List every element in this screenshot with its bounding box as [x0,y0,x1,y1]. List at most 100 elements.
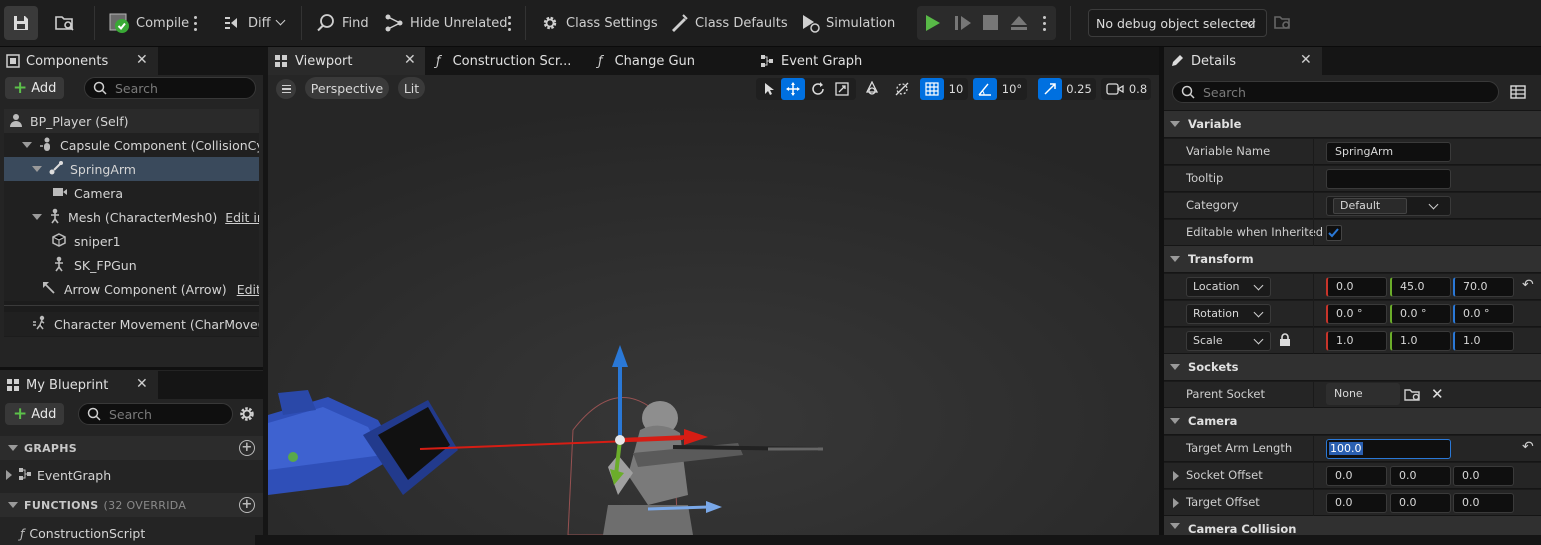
location-y-field[interactable]: 45.0 [1390,277,1451,297]
add-function-icon[interactable]: + [239,497,255,513]
coordinate-space-button[interactable] [862,78,882,100]
location-x-field[interactable]: 0.0 [1326,277,1387,297]
category-combo[interactable]: Default [1326,196,1451,216]
graphs-section-header[interactable]: GRAPHS + [0,436,263,460]
reset-to-default-icon[interactable]: ↶ [1522,277,1534,293]
viewport-menu-button[interactable] [276,79,296,99]
perspective-button[interactable]: Perspective [305,77,389,99]
panel-splitter[interactable] [0,367,263,370]
column-splitter[interactable] [1313,193,1314,219]
class-settings-button[interactable]: Class Settings [540,6,658,40]
editable-checkbox[interactable] [1326,225,1342,241]
tree-item-sk-fpgun[interactable]: SK_FPGun [4,253,259,277]
class-defaults-button[interactable]: Class Defaults [669,6,788,40]
rotate-mode-button[interactable] [807,78,829,100]
tab-viewport[interactable]: Viewport ✕ [268,47,425,75]
close-icon[interactable]: ✕ [136,376,148,392]
tree-item-arrow[interactable]: Arrow Component (Arrow) Edit in C++ [4,277,259,301]
scale-mode-button[interactable] [831,78,853,100]
find-button[interactable]: Find [316,6,369,40]
close-icon[interactable]: ✕ [404,52,416,68]
scale-snap-value[interactable]: 0.25 [1064,78,1094,100]
scale-mode-dropdown[interactable]: Scale [1186,331,1271,351]
parent-socket-value[interactable]: None [1326,383,1400,405]
tree-item-camera[interactable]: Camera [4,181,259,205]
transform-category-header[interactable]: Transform [1164,246,1541,272]
step-button[interactable] [953,14,973,32]
stop-button[interactable] [983,15,998,30]
rotation-z-field[interactable]: 0.0 ° [1453,304,1514,324]
tree-item-character-movement[interactable]: Character Movement (CharMoveComp) [4,312,259,336]
edit-in-cpp-link[interactable]: Edit in C++ [237,282,259,297]
tab-event-graph[interactable]: Event Graph [754,47,914,75]
close-icon[interactable]: ✕ [136,52,148,68]
select-mode-button[interactable] [759,78,779,100]
expand-arrow-icon[interactable] [1173,498,1179,508]
socket-offset-y-field[interactable]: 0.0 [1390,466,1451,486]
my-blueprint-search-input[interactable]: Search [78,403,233,425]
target-arm-length-field[interactable]: 100.0 [1326,439,1451,459]
lit-button[interactable]: Lit [398,77,425,99]
column-splitter[interactable] [1313,490,1314,516]
column-splitter[interactable] [1313,328,1314,354]
browse-button[interactable] [48,6,82,40]
add-member-button[interactable]: + Add [5,403,65,425]
expand-arrow-icon[interactable] [1173,471,1179,481]
settings-button[interactable] [238,405,256,423]
components-search-input[interactable]: Search [84,77,256,99]
debug-object-select[interactable]: No debug object selected [1088,9,1267,37]
scale-lock-button[interactable] [1279,333,1293,349]
find-options-button[interactable] [507,6,511,40]
property-matrix-button[interactable] [1510,84,1526,100]
rotation-snap-value[interactable]: 10° [999,78,1025,100]
add-component-button[interactable]: + Add [5,77,65,99]
column-splitter[interactable] [1313,436,1314,462]
camera-speed-button[interactable] [1103,78,1127,100]
edit-in-cpp-link[interactable]: Edit in C++ [225,210,259,225]
diff-button[interactable]: Diff [222,6,286,40]
components-tab[interactable]: Components ✕ [0,47,158,75]
rotation-x-field[interactable]: 0.0 ° [1326,304,1387,324]
rotation-mode-dropdown[interactable]: Rotation [1186,304,1271,324]
tree-item-mesh[interactable]: Mesh (CharacterMesh0) Edit in C++ [4,205,259,229]
location-mode-dropdown[interactable]: Location [1186,277,1271,297]
column-splitter[interactable] [1313,166,1314,192]
compile-button[interactable]: Compile [108,6,189,40]
scale-snap-toggle[interactable] [1038,78,1062,100]
browse-socket-button[interactable] [1404,387,1422,403]
functions-section-header[interactable]: FUNCTIONS (32 OVERRIDA + [0,493,263,517]
play-options-button[interactable] [1042,16,1046,31]
scale-x-field[interactable]: 1.0 [1326,331,1387,351]
sockets-category-header[interactable]: Sockets [1164,354,1541,380]
compile-options-button[interactable] [193,6,197,40]
target-offset-x-field[interactable]: 0.0 [1326,493,1387,513]
tree-item-springarm[interactable]: SpringArm [4,157,259,181]
tooltip-field[interactable] [1326,169,1451,189]
hide-unrelated-button[interactable]: Hide Unrelated [384,6,508,40]
reset-to-default-icon[interactable]: ↶ [1522,439,1534,455]
tree-item-bp-player[interactable]: BP_Player (Self) [4,109,259,133]
camera-category-header[interactable]: Camera [1164,408,1541,434]
rotation-y-field[interactable]: 0.0 ° [1390,304,1451,324]
rotation-snap-toggle[interactable] [973,78,997,100]
details-tab[interactable]: Details ✕ [1164,47,1322,75]
tab-construction-script[interactable]: ƒ Construction Scr... [430,47,590,75]
variable-name-field[interactable]: SpringArm [1326,142,1451,162]
list-item-construction-script[interactable]: ƒ ConstructionScript [0,521,255,545]
target-offset-y-field[interactable]: 0.0 [1390,493,1451,513]
tab-change-gun[interactable]: ƒ Change Gun [592,47,752,75]
details-search-input[interactable]: Search [1172,81,1499,103]
save-button[interactable] [4,6,38,40]
socket-offset-x-field[interactable]: 0.0 [1326,466,1387,486]
camera-collision-category-header[interactable]: Camera Collision [1164,516,1541,536]
column-splitter[interactable] [1313,220,1314,246]
my-blueprint-tab[interactable]: My Blueprint ✕ [0,371,158,399]
category-value[interactable]: Default [1333,198,1407,214]
debug-browse-button[interactable] [1273,14,1293,32]
column-splitter[interactable] [1313,463,1314,489]
location-z-field[interactable]: 70.0 [1453,277,1514,297]
variable-category-header[interactable]: Variable [1164,111,1541,137]
camera-speed-value[interactable]: 0.8 [1127,78,1149,100]
surface-snap-button[interactable] [891,78,913,100]
clear-socket-icon[interactable]: ✕ [1431,385,1444,403]
